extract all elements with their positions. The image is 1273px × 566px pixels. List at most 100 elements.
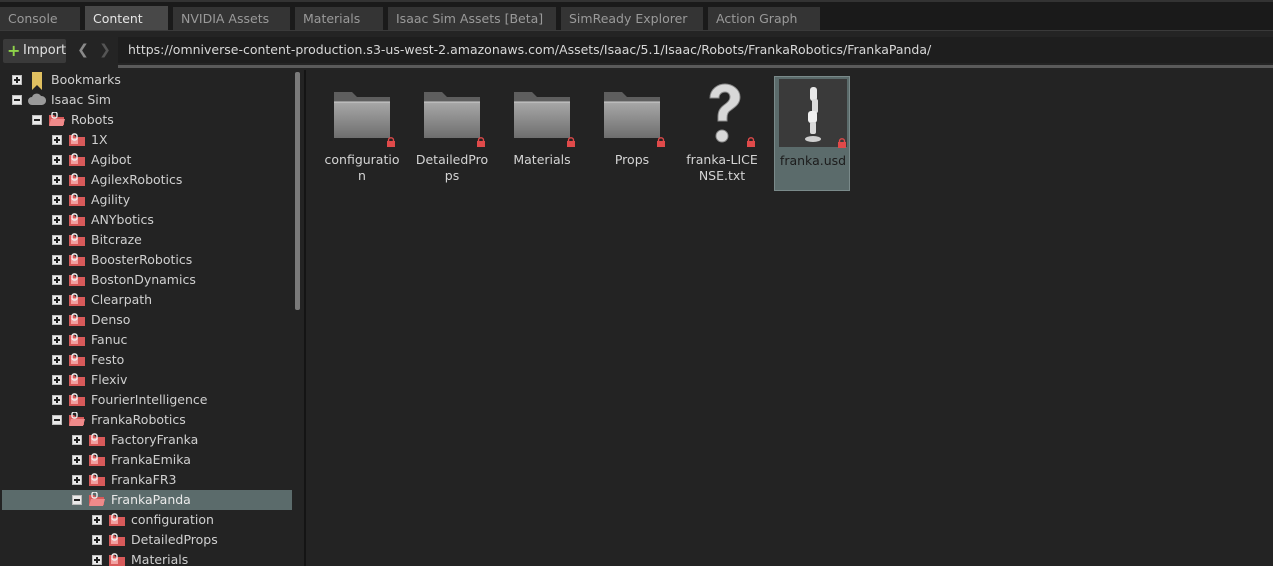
expand-icon[interactable] bbox=[92, 535, 102, 545]
grid-item-label: configuration bbox=[324, 152, 400, 183]
forward-arrow-icon[interactable]: ❯ bbox=[98, 41, 112, 59]
collapse-icon[interactable] bbox=[72, 495, 82, 505]
tab-console[interactable]: Console bbox=[0, 7, 80, 31]
tab-isaac-sim-assets[interactable]: Isaac Sim Assets [Beta] bbox=[388, 7, 556, 31]
expand-icon[interactable] bbox=[92, 555, 102, 565]
tree-item-label: DetailedProps bbox=[131, 532, 218, 547]
expand-icon[interactable] bbox=[92, 515, 102, 525]
folder-locked-icon bbox=[88, 452, 106, 467]
folder-locked-icon bbox=[68, 132, 86, 147]
tree-item[interactable]: Clearpath bbox=[2, 290, 292, 310]
tree-item[interactable]: Agility bbox=[2, 190, 292, 210]
folder-locked-icon bbox=[68, 192, 86, 207]
expand-icon[interactable] bbox=[52, 375, 62, 385]
tree-item[interactable]: FactoryFranka bbox=[2, 430, 292, 450]
tree-item-label: BostonDynamics bbox=[91, 272, 196, 287]
tree-item-label: AgilexRobotics bbox=[91, 172, 183, 187]
collapse-icon[interactable] bbox=[52, 415, 62, 425]
tree-item[interactable]: DetailedProps bbox=[2, 530, 292, 550]
expand-icon[interactable] bbox=[72, 455, 82, 465]
expand-icon[interactable] bbox=[52, 135, 62, 145]
tree-item-label: Isaac Sim bbox=[51, 92, 111, 107]
grid-item[interactable]: franka-LICENSE.txt bbox=[684, 76, 760, 191]
folder-tree-panel: Bookmarks Isaac Sim Robots 1X Agibot AgilexRo… bbox=[0, 70, 304, 566]
back-arrow-icon[interactable]: ❮ bbox=[76, 41, 90, 59]
tree-item-label: Robots bbox=[71, 112, 114, 127]
tree-item-label: Denso bbox=[91, 312, 131, 327]
grid-item[interactable]: DetailedProps bbox=[414, 76, 490, 191]
tab-nvidia-assets[interactable]: NVIDIA Assets bbox=[173, 7, 290, 31]
folder-locked-icon bbox=[88, 472, 106, 487]
folder-locked-icon bbox=[108, 512, 126, 527]
tab-bar: Console Content NVIDIA Assets Materials … bbox=[0, 0, 1273, 32]
expand-icon[interactable] bbox=[52, 215, 62, 225]
tab-action-graph[interactable]: Action Graph bbox=[708, 7, 820, 31]
expand-icon[interactable] bbox=[52, 315, 62, 325]
tree-item[interactable]: BoosterRobotics bbox=[2, 250, 292, 270]
expand-icon[interactable] bbox=[52, 355, 62, 365]
tree-item[interactable]: Robots bbox=[2, 110, 292, 130]
tab-materials[interactable]: Materials bbox=[295, 7, 383, 31]
expand-icon[interactable] bbox=[52, 255, 62, 265]
folder-locked-icon bbox=[68, 272, 86, 287]
lock-icon bbox=[566, 136, 576, 147]
tree-item[interactable]: FrankaFR3 bbox=[2, 470, 292, 490]
tree-item-label: Materials bbox=[131, 552, 189, 566]
collapse-icon[interactable] bbox=[32, 115, 42, 125]
lock-icon bbox=[656, 136, 666, 147]
tree-item[interactable]: Festo bbox=[2, 350, 292, 370]
expand-icon[interactable] bbox=[52, 275, 62, 285]
tree-item-label: FrankaRobotics bbox=[91, 412, 186, 427]
tree-item[interactable]: Agibot bbox=[2, 150, 292, 170]
expand-icon[interactable] bbox=[72, 435, 82, 445]
tree-item[interactable]: ANYbotics bbox=[2, 210, 292, 230]
tree-item[interactable]: Flexiv bbox=[2, 370, 292, 390]
expand-icon[interactable] bbox=[52, 335, 62, 345]
expand-icon[interactable] bbox=[52, 175, 62, 185]
expand-icon[interactable] bbox=[52, 195, 62, 205]
tree-item[interactable]: FourierIntelligence bbox=[2, 390, 292, 410]
grid-item[interactable]: Materials bbox=[504, 76, 580, 191]
tree-item[interactable]: Denso bbox=[2, 310, 292, 330]
tree-item[interactable]: Materials bbox=[2, 550, 292, 566]
plus-icon: + bbox=[7, 41, 21, 60]
expand-icon[interactable] bbox=[52, 235, 62, 245]
expand-icon[interactable] bbox=[52, 155, 62, 165]
url-address-field[interactable]: https://omniverse-content-production.s3-… bbox=[118, 37, 1273, 63]
tree-item[interactable]: Bitcraze bbox=[2, 230, 292, 250]
grid-item[interactable]: Props bbox=[594, 76, 670, 191]
content-toolbar: + Import ❮ ❯ https://omniverse-content-p… bbox=[0, 30, 1273, 70]
tree-item[interactable]: 1X bbox=[2, 130, 292, 150]
folder-open-locked-icon bbox=[88, 491, 106, 507]
tree-item-label: Clearpath bbox=[91, 292, 153, 307]
grid-item-label: Props bbox=[614, 152, 650, 167]
tree-item[interactable]: AgilexRobotics bbox=[2, 170, 292, 190]
lock-icon bbox=[746, 136, 756, 147]
tree-scrollbar[interactable] bbox=[295, 72, 300, 310]
tree-item[interactable]: FrankaRobotics bbox=[2, 410, 292, 430]
expand-icon[interactable] bbox=[52, 295, 62, 305]
tree-item-label: Fanuc bbox=[91, 332, 128, 347]
tree-item[interactable]: FrankaPanda bbox=[2, 490, 292, 510]
expand-icon[interactable] bbox=[72, 475, 82, 485]
tree-item-label: FrankaEmika bbox=[111, 452, 191, 467]
bookmark-icon bbox=[28, 72, 46, 90]
tree-item[interactable]: configuration bbox=[2, 510, 292, 530]
grid-item[interactable]: configuration bbox=[324, 76, 400, 191]
tab-content[interactable]: Content bbox=[85, 6, 168, 32]
tab-simready-explorer[interactable]: SimReady Explorer bbox=[561, 7, 703, 31]
tree-item-label: configuration bbox=[131, 512, 214, 527]
tree-item[interactable]: Isaac Sim bbox=[2, 90, 292, 110]
url-field-underline bbox=[118, 65, 1273, 68]
import-button[interactable]: + Import bbox=[3, 39, 66, 63]
expand-icon[interactable] bbox=[52, 395, 62, 405]
collapse-icon[interactable] bbox=[12, 95, 22, 105]
tree-item-label: ANYbotics bbox=[91, 212, 154, 227]
expand-icon[interactable] bbox=[12, 75, 22, 85]
tree-item[interactable]: Fanuc bbox=[2, 330, 292, 350]
tree-item[interactable]: BostonDynamics bbox=[2, 270, 292, 290]
grid-item-label: franka-LICENSE.txt bbox=[686, 152, 758, 183]
tree-item[interactable]: Bookmarks bbox=[2, 70, 292, 90]
grid-item[interactable]: franka.usd bbox=[774, 76, 850, 191]
tree-item[interactable]: FrankaEmika bbox=[2, 450, 292, 470]
